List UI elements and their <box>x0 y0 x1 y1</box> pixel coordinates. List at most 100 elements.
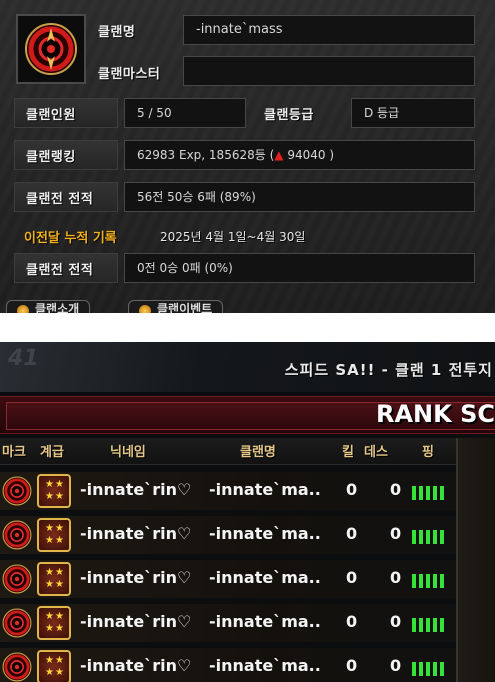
star-icon: ★ <box>55 667 64 678</box>
ping-bar <box>412 486 416 500</box>
clan-grade-label: 클랜등급 <box>264 108 314 123</box>
table-row[interactable]: ★ ★ ★ ★ -innate`rin♡ -innate`ma.. 0 0 <box>0 470 495 512</box>
ping-bar <box>412 574 416 588</box>
star-icon: ★ <box>55 611 64 622</box>
ping-bar <box>440 486 444 500</box>
star-icon: ★ <box>55 579 64 590</box>
clan-info-panel: 클랜명 -innate`mass 클랜마스터 클랜인원 5 / 50 클랜등급 … <box>0 0 495 313</box>
star-icon: ★ <box>55 523 64 534</box>
ping-bar <box>426 530 430 544</box>
ping-bar <box>419 486 423 500</box>
player-deaths: 0 <box>390 568 402 587</box>
ping-bar <box>419 618 423 632</box>
ping-bar <box>433 574 437 588</box>
player-nickname: -innate`rin♡ <box>80 656 192 675</box>
clan-record-value: 56전 50승 6패 (89%) <box>124 182 475 212</box>
star-icon: ★ <box>55 491 64 502</box>
player-deaths: 0 <box>390 656 402 675</box>
star-icon: ★ <box>45 667 54 678</box>
player-clan: -innate`ma.. <box>209 656 321 675</box>
clan-mark-icon <box>2 564 32 598</box>
star-icon: ★ <box>55 535 64 546</box>
player-kills: 0 <box>346 612 358 631</box>
ping-bar <box>433 530 437 544</box>
star-icon: ★ <box>45 567 54 578</box>
table-row[interactable]: ★ ★ ★ ★ -innate`rin♡ -innate`ma.. 0 0 <box>0 514 495 556</box>
clan-ranking-main: 62983 Exp, 185628등 ( <box>137 148 275 162</box>
clan-record-label: 클랜전 전적 <box>26 192 94 207</box>
tab-event-icon <box>139 305 151 313</box>
rank-grade-icon: ★ ★ ★ ★ <box>37 650 71 682</box>
clan-master-value <box>183 56 475 86</box>
star-icon: ★ <box>45 579 54 590</box>
ping-bar <box>440 530 444 544</box>
rank-grade-icon: ★ ★ ★ ★ <box>37 606 71 640</box>
scoreboard-panel: 41 스피드 SA!! - 클랜 1 전투지 RANK SC 마크 계급 닉네임… <box>0 342 495 682</box>
header-grade: 계급 <box>40 445 64 460</box>
rank-grade-icon: ★ ★ ★ ★ <box>37 518 71 552</box>
table-row[interactable]: ★ ★ ★ ★ -innate`rin♡ -innate`ma.. 0 0 <box>0 646 495 682</box>
clan-emblem <box>16 14 86 84</box>
header-clan: 클랜명 <box>240 445 276 460</box>
clan-mark-icon <box>2 652 32 682</box>
star-icon: ★ <box>45 655 54 666</box>
ping-bar <box>426 662 430 676</box>
player-clan: -innate`ma.. <box>209 524 321 543</box>
ping-bar <box>419 662 423 676</box>
ping-bar <box>419 530 423 544</box>
rank-banner-text: RANK SC <box>376 400 495 428</box>
clan-mark-icon <box>2 476 32 510</box>
table-row[interactable]: ★ ★ ★ ★ -innate`rin♡ -innate`ma.. 0 0 <box>0 558 495 600</box>
tab-intro-icon <box>17 305 29 313</box>
clan-mark-icon <box>2 608 32 642</box>
star-icon: ★ <box>45 611 54 622</box>
ping-bar <box>440 618 444 632</box>
match-title: 스피드 SA!! - 클랜 1 전투지 <box>284 361 493 379</box>
clan-ranking-change: 94040 ) <box>287 148 334 162</box>
history-record-value: 0전 0승 0패 (0%) <box>124 253 475 283</box>
player-kills: 0 <box>346 656 358 675</box>
ping-bars-icon <box>412 526 448 544</box>
player-clan: -innate`ma.. <box>209 612 321 631</box>
star-icon: ★ <box>45 623 54 634</box>
tab-clan-event-label: 클랜이벤트 <box>157 302 213 313</box>
header-mark: 마크 <box>2 445 26 460</box>
player-deaths: 0 <box>390 524 402 543</box>
side-number: 41 <box>8 346 39 371</box>
score-column-headers: 마크 계급 닉네임 클랜명 킬 데스 핑 마크 <box>0 438 495 465</box>
star-icon: ★ <box>45 479 54 490</box>
player-clan: -innate`ma.. <box>209 480 321 499</box>
ping-bar <box>426 486 430 500</box>
history-range: 2025년 4월 1일~4월 30일 <box>160 230 306 244</box>
ping-bar <box>412 662 416 676</box>
ping-bar <box>426 618 430 632</box>
table-row[interactable]: ★ ★ ★ ★ -innate`rin♡ -innate`ma.. 0 0 <box>0 602 495 644</box>
player-nickname: -innate`rin♡ <box>80 524 192 543</box>
header-kill: 킬 <box>342 445 354 460</box>
header-death: 데스 <box>364 445 388 460</box>
player-kills: 0 <box>346 524 358 543</box>
ping-bars-icon <box>412 570 448 588</box>
ping-bar <box>440 574 444 588</box>
ping-bar <box>433 486 437 500</box>
ping-bar <box>433 662 437 676</box>
header-ping: 핑 <box>422 445 434 460</box>
tab-clan-intro-label: 클랜소개 <box>35 302 80 313</box>
star-icon: ★ <box>55 655 64 666</box>
ping-bar <box>440 662 444 676</box>
tab-clan-intro[interactable]: 클랜소개 <box>6 300 91 313</box>
player-nickname: -innate`rin♡ <box>80 568 192 587</box>
ping-bars-icon <box>412 614 448 632</box>
clan-members-value: 5 / 50 <box>124 98 246 128</box>
star-icon: ★ <box>55 567 64 578</box>
header-nickname: 닉네임 <box>110 445 146 460</box>
rank-grade-icon: ★ ★ ★ ★ <box>37 562 71 596</box>
player-kills: 0 <box>346 568 358 587</box>
scoreboard-header: 41 스피드 SA!! - 클랜 1 전투지 <box>0 342 495 392</box>
player-kills: 0 <box>346 480 358 499</box>
history-record-label: 클랜전 전적 <box>26 263 94 278</box>
ping-bar <box>412 618 416 632</box>
tab-clan-event[interactable]: 클랜이벤트 <box>128 300 224 313</box>
ping-bars-icon <box>412 482 448 500</box>
clan-ranking-value: 62983 Exp, 185628등 (▲ 94040 ) <box>124 140 475 170</box>
